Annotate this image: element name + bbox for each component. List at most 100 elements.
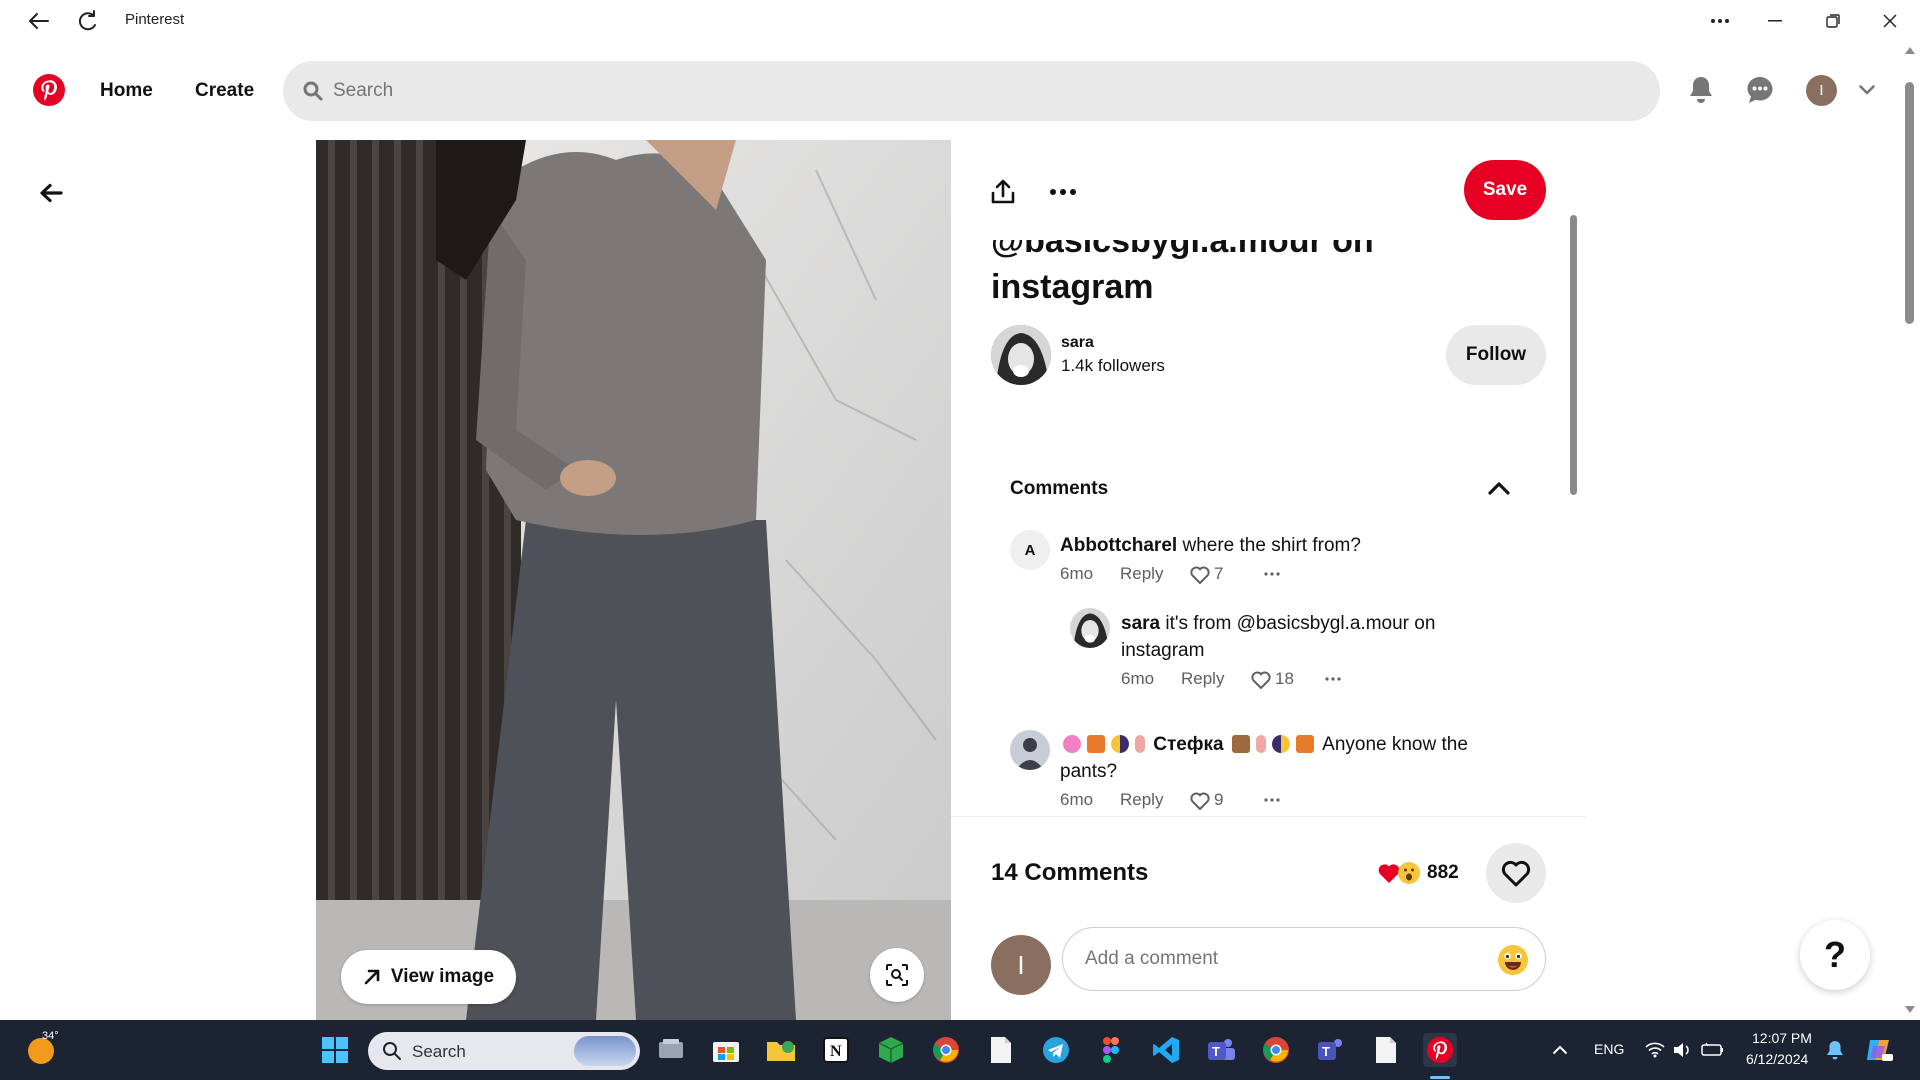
reply-button[interactable]: Reply bbox=[1120, 564, 1163, 584]
notification-bell-icon[interactable] bbox=[1818, 1033, 1852, 1067]
pin-photo bbox=[316, 140, 951, 1020]
butterfly-emoji-icon bbox=[1087, 735, 1105, 753]
taskbar-search-input[interactable]: Search bbox=[368, 1032, 640, 1070]
restore-icon[interactable] bbox=[1816, 4, 1850, 38]
search-icon bbox=[383, 1042, 401, 1060]
creator-avatar[interactable] bbox=[991, 325, 1051, 385]
user-avatar[interactable]: I bbox=[1806, 75, 1837, 106]
weather-temperature: 34° bbox=[42, 1030, 59, 1042]
comment-author[interactable]: sara bbox=[1121, 613, 1160, 634]
comment-author[interactable]: Стефка bbox=[1153, 734, 1223, 755]
refresh-icon[interactable] bbox=[71, 4, 105, 38]
minimize-icon[interactable] bbox=[1758, 4, 1792, 38]
teams-classic-icon[interactable]: T bbox=[1314, 1033, 1348, 1067]
volume-icon[interactable] bbox=[1666, 1033, 1700, 1067]
teams-icon[interactable]: T bbox=[1204, 1033, 1238, 1067]
moon-emoji-icon bbox=[1111, 735, 1129, 753]
comment-body: where the shirt from? bbox=[1182, 535, 1361, 556]
heart-outline-icon[interactable] bbox=[1190, 566, 1210, 584]
pin-title-line2: instagram bbox=[991, 268, 1154, 306]
blank-document-icon[interactable] bbox=[1369, 1033, 1403, 1067]
flower-emoji-icon bbox=[1063, 735, 1081, 753]
task-view-icon[interactable] bbox=[654, 1033, 688, 1067]
search-highlight-art bbox=[574, 1036, 636, 1066]
heart-outline-icon[interactable] bbox=[1190, 792, 1210, 810]
file-explorer-icon[interactable] bbox=[764, 1033, 798, 1067]
chrome-icon[interactable] bbox=[929, 1033, 963, 1067]
comment-text: sara it's from @basicsbygl.a.mour on ins… bbox=[1121, 610, 1541, 664]
page-scrollbar-thumb[interactable] bbox=[1905, 82, 1914, 324]
comment-author[interactable]: Abbottcharel bbox=[1060, 535, 1177, 556]
more-icon[interactable] bbox=[1703, 4, 1737, 38]
follow-button[interactable]: Follow bbox=[1446, 325, 1546, 385]
close-pin-back-button[interactable] bbox=[30, 172, 72, 214]
input-language[interactable]: ENG bbox=[1594, 1041, 1624, 1057]
window-title: Pinterest bbox=[125, 11, 185, 28]
figma-icon[interactable] bbox=[1094, 1033, 1128, 1067]
comment-like-count: 7 bbox=[1214, 564, 1224, 583]
tray-chevron-up-icon[interactable] bbox=[1543, 1033, 1577, 1067]
save-button[interactable]: Save bbox=[1464, 160, 1546, 220]
comment-text: Abbottcharel where the shirt from? bbox=[1060, 532, 1540, 559]
comment-more-icon[interactable] bbox=[1264, 572, 1280, 576]
view-image-button[interactable]: View image bbox=[341, 950, 516, 1004]
document-file-icon[interactable] bbox=[984, 1033, 1018, 1067]
comment-avatar[interactable] bbox=[1010, 730, 1050, 770]
messages-icon[interactable] bbox=[1742, 72, 1778, 108]
comment-like-count: 18 bbox=[1275, 669, 1294, 688]
comment-more-icon[interactable] bbox=[1264, 798, 1280, 802]
close-icon[interactable] bbox=[1873, 4, 1907, 38]
reply-button[interactable]: Reply bbox=[1120, 790, 1163, 810]
comment-meta: 6mo Reply 18 bbox=[1121, 669, 1441, 693]
battery-icon[interactable] bbox=[1696, 1033, 1730, 1067]
reactions-summary[interactable]: 882 bbox=[1377, 856, 1459, 890]
more-options-icon[interactable] bbox=[1041, 170, 1085, 214]
pinterest-app-icon[interactable] bbox=[1423, 1033, 1457, 1067]
telegram-icon[interactable] bbox=[1039, 1033, 1073, 1067]
back-arrow-icon bbox=[40, 183, 63, 203]
nav-create[interactable]: Create bbox=[195, 80, 254, 102]
vscode-icon[interactable] bbox=[1149, 1033, 1183, 1067]
account-chevron-down-icon[interactable] bbox=[1849, 72, 1885, 108]
clock-time[interactable]: 12:07 PM bbox=[1752, 1030, 1812, 1046]
back-arrow-icon[interactable] bbox=[22, 4, 56, 38]
help-button[interactable]: ? bbox=[1800, 920, 1870, 990]
comment-meta: 6mo Reply 7 bbox=[1060, 564, 1380, 588]
pin-image[interactable]: View image bbox=[316, 140, 951, 1020]
comment-avatar[interactable]: A bbox=[1010, 530, 1050, 570]
comment-avatar[interactable] bbox=[1070, 608, 1110, 648]
microsoft-store-icon[interactable] bbox=[709, 1033, 743, 1067]
comment-more-icon[interactable] bbox=[1325, 677, 1341, 681]
search-input[interactable]: Search bbox=[283, 61, 1660, 121]
green-cube-app-icon[interactable] bbox=[874, 1033, 908, 1067]
chrome-profile-icon[interactable] bbox=[1259, 1033, 1293, 1067]
heart-outline-icon[interactable] bbox=[1251, 671, 1271, 689]
svg-text:T: T bbox=[1212, 1044, 1220, 1059]
collapse-comments-chevron-up-icon[interactable] bbox=[1481, 470, 1517, 506]
emoji-picker-icon[interactable] bbox=[1497, 944, 1529, 976]
panel-scrollbar-thumb[interactable] bbox=[1570, 215, 1577, 495]
search-placeholder: Search bbox=[333, 80, 394, 101]
heart-outline-icon bbox=[1501, 860, 1531, 886]
search-icon bbox=[303, 81, 323, 101]
react-button[interactable] bbox=[1486, 843, 1546, 903]
clock-date[interactable]: 6/12/2024 bbox=[1746, 1051, 1808, 1067]
notion-icon[interactable]: N bbox=[819, 1033, 853, 1067]
visual-search-button[interactable] bbox=[870, 948, 924, 1002]
reply-button[interactable]: Reply bbox=[1181, 669, 1224, 689]
site-header: Home Create Search I bbox=[0, 42, 1920, 140]
page-scrollbar[interactable] bbox=[1900, 42, 1920, 1020]
pinterest-logo-icon[interactable] bbox=[33, 74, 65, 106]
comment-body: Anyone know the bbox=[1322, 734, 1468, 755]
share-icon[interactable] bbox=[981, 170, 1025, 214]
nav-home[interactable]: Home bbox=[100, 80, 153, 102]
comment-body-cont: pants? bbox=[1060, 761, 1118, 782]
windows-start-icon[interactable] bbox=[318, 1033, 352, 1067]
comment-age: 6mo bbox=[1121, 669, 1155, 688]
notifications-bell-icon[interactable] bbox=[1683, 72, 1719, 108]
copilot-icon[interactable] bbox=[1862, 1033, 1896, 1067]
creator-name[interactable]: sara bbox=[1061, 334, 1094, 352]
add-comment-input[interactable]: Add a comment bbox=[1062, 927, 1546, 991]
reaction-count: 882 bbox=[1427, 862, 1459, 883]
visual-search-icon bbox=[886, 964, 908, 986]
